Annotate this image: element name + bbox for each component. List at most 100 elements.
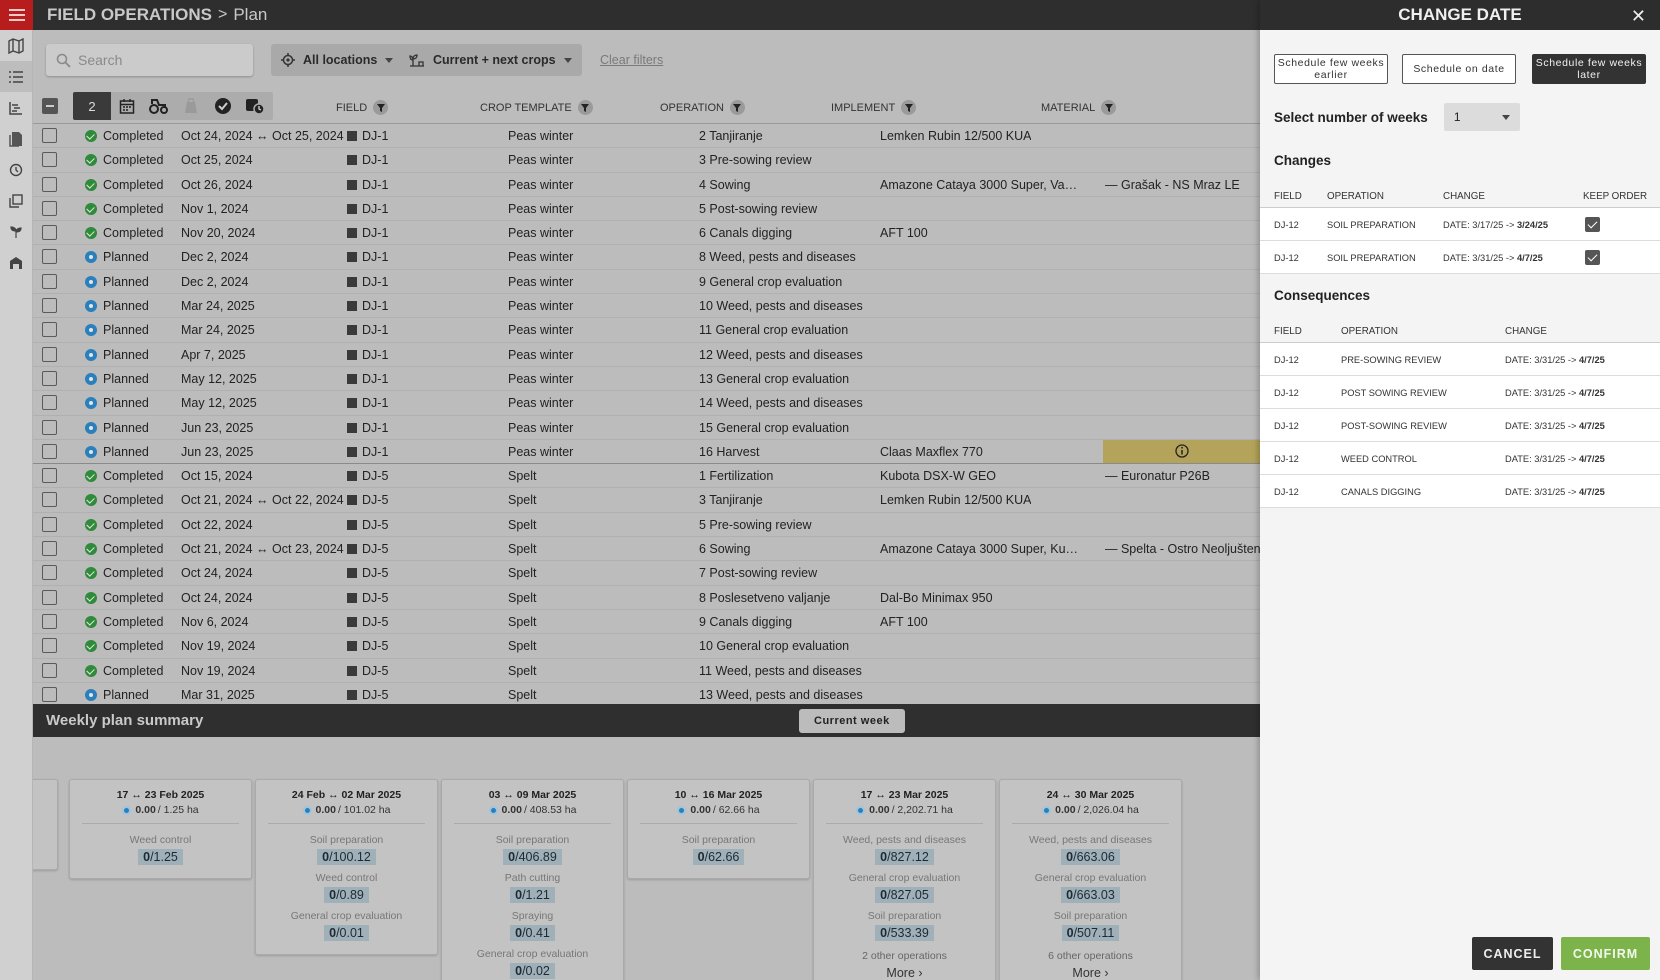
row-checkbox[interactable]: [42, 176, 57, 192]
more-link[interactable]: More ›: [814, 966, 995, 980]
table-row[interactable]: Planned Apr 7, 2025 DJ-1 Peas winter 12 Weed…: [33, 343, 1260, 367]
operation-cell[interactable]: 1 Fertilization: [699, 469, 773, 483]
table-row[interactable]: Planned May 12, 2025 DJ-1 Peas winter 14 Wee…: [33, 391, 1260, 416]
keep-order-checkbox[interactable]: [1585, 250, 1600, 265]
row-checkbox[interactable]: [42, 225, 57, 241]
operation-cell[interactable]: 8 Poslesetveno valjanje: [699, 591, 830, 605]
week-card[interactable]: 17 ↔ 23 Mar 2025 0.00/ 2,202.71 ha Weed, p…: [813, 779, 996, 980]
keep-order-checkbox[interactable]: [1585, 217, 1600, 232]
operation-cell[interactable]: 9 General crop evaluation: [699, 275, 842, 289]
column-implement[interactable]: IMPLEMENT: [831, 100, 917, 115]
operation-cell[interactable]: 13 General crop evaluation: [699, 372, 849, 386]
operation-cell[interactable]: 6 Canals digging: [699, 226, 792, 240]
change-date-icon[interactable]: [239, 92, 271, 120]
weeks-select[interactable]: 1: [1443, 103, 1520, 131]
material-warning-cell[interactable]: [1103, 439, 1260, 463]
map-icon[interactable]: [0, 30, 32, 61]
column-operation[interactable]: OPERATION: [660, 100, 745, 115]
row-checkbox[interactable]: [42, 589, 57, 605]
current-week-button[interactable]: Current week: [799, 709, 905, 733]
week-card[interactable]: 24 ↔ 30 Mar 2025 0.00/ 2,026.04 ha Weed, p…: [999, 779, 1182, 980]
week-card[interactable]: 03 ↔ 09 Mar 2025 0.00/ 408.53 ha Soil prep…: [441, 779, 624, 980]
schedule-earlier-button[interactable]: Schedule few weeks earlier: [1274, 54, 1388, 84]
warehouse-icon[interactable]: [0, 247, 32, 278]
search-input[interactable]: Search: [46, 44, 253, 76]
operation-cell[interactable]: 11 General crop evaluation: [699, 323, 848, 337]
table-row[interactable]: Completed Oct 25, 2024 DJ-1 Peas winter 3 Pr…: [33, 148, 1260, 173]
locations-filter-button[interactable]: All locations: [271, 44, 404, 76]
table-row[interactable]: Planned Dec 2, 2024 DJ-1 Peas winter 8 Weed,…: [33, 245, 1260, 270]
table-row[interactable]: Planned Jun 23, 2025 DJ-1 Peas winter 16 Har…: [33, 439, 1260, 465]
row-checkbox[interactable]: [42, 492, 57, 508]
list-checks-icon[interactable]: [0, 61, 32, 92]
breadcrumb-section[interactable]: FIELD OPERATIONS: [47, 5, 212, 25]
row-checkbox[interactable]: [42, 686, 57, 702]
row-checkbox[interactable]: [42, 152, 57, 168]
row-checkbox[interactable]: [42, 541, 57, 557]
column-crop-template[interactable]: CROP TEMPLATE: [480, 100, 593, 115]
operation-cell[interactable]: 3 Pre-sowing review: [699, 153, 812, 167]
filter-icon[interactable]: [373, 100, 389, 115]
table-row[interactable]: Completed Oct 24, 2024 DJ-5 Spelt 8 Posleset…: [33, 586, 1260, 610]
row-checkbox[interactable]: [42, 370, 57, 386]
row-checkbox[interactable]: [42, 298, 57, 314]
table-row[interactable]: Completed Oct 24, 2024 DJ-5 Spelt 7 Post-sow…: [33, 561, 1260, 586]
more-link[interactable]: More ›: [1000, 966, 1181, 980]
operation-cell[interactable]: 4 Sowing: [699, 178, 750, 192]
schedule-later-button[interactable]: Schedule few weeks later: [1532, 54, 1646, 84]
calendar-icon[interactable]: [111, 92, 143, 120]
table-row[interactable]: Completed Nov 6, 2024 DJ-5 Spelt 9 Canals di…: [33, 610, 1260, 635]
row-checkbox[interactable]: [42, 662, 57, 678]
table-row[interactable]: Completed Oct 15, 2024 DJ-5 Spelt 1 Fertiliz…: [33, 464, 1260, 489]
material-bag-icon[interactable]: [175, 92, 207, 120]
documents-icon[interactable]: [0, 123, 32, 154]
table-row[interactable]: Completed Oct 21, 2024 ↔ Oct 23, 2024 DJ-5…: [33, 537, 1260, 562]
operation-cell[interactable]: 15 General crop evaluation: [699, 421, 849, 435]
table-row[interactable]: Completed Nov 1, 2024 DJ-1 Peas winter 5 Pos…: [33, 197, 1260, 222]
week-card[interactable]: 10 ↔ 16 Mar 2025 0.00/ 62.66 ha Soil prepa…: [627, 779, 810, 879]
week-card[interactable]: 17 ↔ 23 Feb 2025 0.00/ 1.25 ha Weed contro…: [69, 779, 252, 879]
operation-cell[interactable]: 3 Tanjiranje: [699, 493, 763, 507]
operation-cell[interactable]: 14 Weed, pests and diseases: [699, 396, 863, 410]
complete-check-icon[interactable]: [207, 92, 239, 120]
operation-cell[interactable]: 12 Weed, pests and diseases: [699, 348, 863, 362]
operation-cell[interactable]: 8 Weed, pests and diseases: [699, 250, 856, 264]
row-checkbox[interactable]: [42, 516, 57, 532]
copy-icon[interactable]: [0, 185, 32, 216]
filter-icon[interactable]: [729, 100, 745, 115]
clear-filters-link[interactable]: Clear filters: [600, 53, 663, 67]
table-row[interactable]: Planned Mar 24, 2025 DJ-1 Peas winter 10 Wee…: [33, 294, 1260, 319]
operation-cell[interactable]: 7 Post-sowing review: [699, 566, 817, 580]
select-all-checkbox[interactable]: [42, 98, 58, 114]
operation-cell[interactable]: 9 Canals digging: [699, 615, 792, 629]
table-row[interactable]: Completed Oct 21, 2024 ↔ Oct 22, 2024 DJ-5…: [33, 488, 1260, 513]
row-checkbox[interactable]: [42, 346, 57, 362]
column-material[interactable]: MATERIAL: [1041, 100, 1117, 115]
row-checkbox[interactable]: [42, 273, 57, 289]
table-row[interactable]: Completed Oct 24, 2024 ↔ Oct 25, 2024 DJ-1…: [33, 124, 1260, 149]
table-row[interactable]: Completed Oct 26, 2024 DJ-1 Peas winter 4 So…: [33, 173, 1260, 197]
operation-cell[interactable]: 13 Weed, pests and diseases: [699, 688, 863, 702]
week-card[interactable]: 24 Feb ↔ 02 Mar 2025 0.00/ 101.02 ha Soil …: [255, 779, 438, 955]
operation-cell[interactable]: 5 Post-sowing review: [699, 202, 817, 216]
plant-icon[interactable]: [0, 216, 32, 247]
table-row[interactable]: Planned May 12, 2025 DJ-1 Peas winter 13 Gen…: [33, 367, 1260, 392]
info-icon[interactable]: [1174, 444, 1189, 459]
table-row[interactable]: Completed Nov 19, 2024 DJ-5 Spelt 11 Weed, p…: [33, 659, 1260, 683]
operation-cell[interactable]: 6 Sowing: [699, 542, 750, 556]
row-checkbox[interactable]: [42, 565, 57, 581]
operation-cell[interactable]: 2 Tanjiranje: [699, 129, 763, 143]
table-row[interactable]: Planned Mar 24, 2025 DJ-1 Peas winter 11 Gen…: [33, 318, 1260, 343]
clock-icon[interactable]: [0, 154, 32, 185]
menu-icon[interactable]: [0, 0, 33, 30]
table-row[interactable]: Completed Nov 19, 2024 DJ-5 Spelt 10 General…: [33, 634, 1260, 659]
row-checkbox[interactable]: [42, 419, 57, 435]
filter-icon[interactable]: [577, 100, 593, 115]
table-row[interactable]: Completed Oct 22, 2024 DJ-5 Spelt 5 Pre-sowi…: [33, 513, 1260, 538]
row-checkbox[interactable]: [42, 468, 57, 484]
week-card-partial[interactable]: [33, 779, 58, 870]
column-field[interactable]: FIELD: [336, 100, 389, 115]
table-row[interactable]: Planned Jun 23, 2025 DJ-1 Peas winter 15 Gen…: [33, 416, 1260, 440]
row-checkbox[interactable]: [42, 395, 57, 411]
schedule-on-date-button[interactable]: Schedule on date: [1402, 54, 1516, 84]
